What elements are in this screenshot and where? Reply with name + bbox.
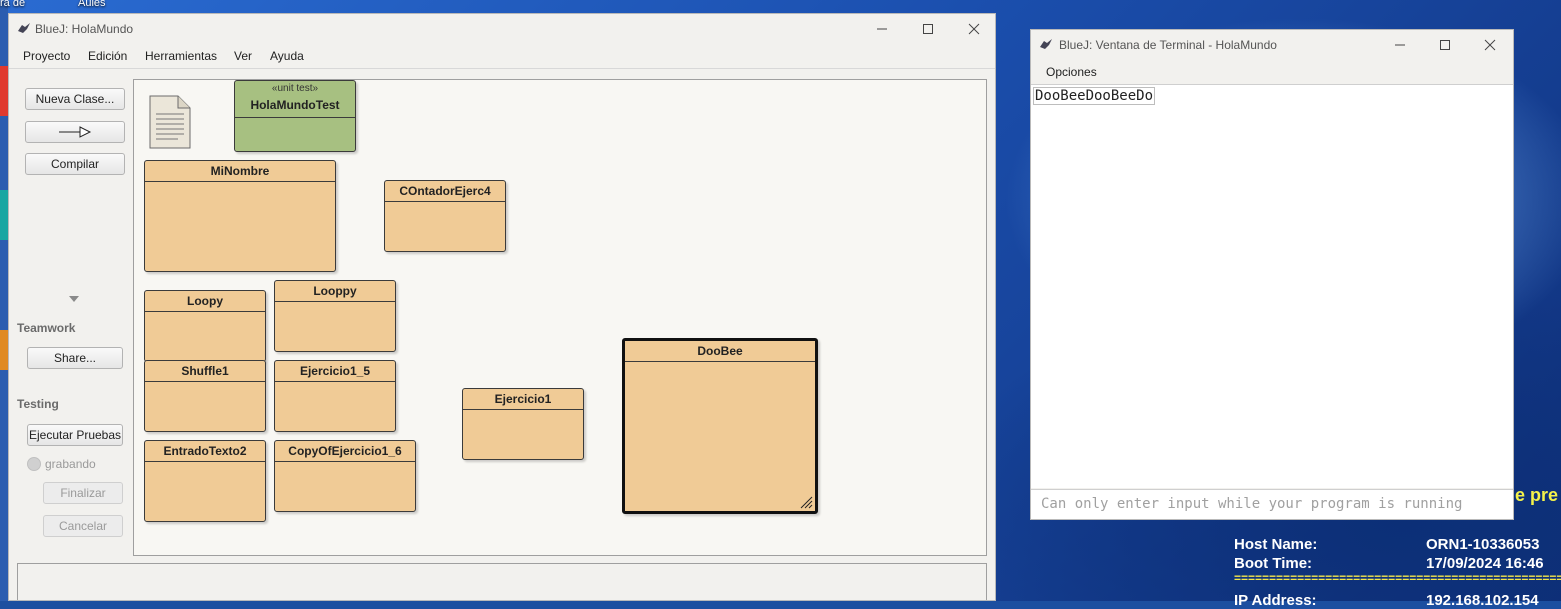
class-doobee[interactable]: DooBee: [622, 338, 818, 514]
bluej-terminal-window: BlueJ: Ventana de Terminal - HolaMundo O…: [1030, 29, 1514, 520]
desktop-text: e pre: [1515, 485, 1559, 505]
class-name: Shuffle1: [145, 361, 265, 382]
maximize-icon: [1440, 40, 1450, 50]
menu-ver[interactable]: Ver: [234, 49, 252, 63]
collapse-triangle-icon[interactable]: [68, 295, 80, 303]
inheritance-arrow-button[interactable]: [25, 121, 125, 143]
maximize-icon: [923, 24, 933, 34]
class-shuffle1[interactable]: Shuffle1: [144, 360, 266, 432]
boot-time-label: Boot Time:: [1234, 555, 1313, 572]
class-ejercicio1[interactable]: Ejercicio1: [462, 388, 584, 460]
testing-label: Testing: [17, 397, 59, 411]
resize-handle-icon[interactable]: [799, 495, 813, 509]
menu-bar: Opciones: [1031, 60, 1513, 85]
host-name-label: Host Name:: [1234, 536, 1318, 553]
class-name: Loopy: [145, 291, 265, 312]
recording-indicator-icon: [27, 457, 41, 471]
cancel-recording-button[interactable]: Cancelar: [43, 515, 123, 537]
minimize-button[interactable]: [1377, 30, 1423, 60]
class-looppy[interactable]: Looppy: [274, 280, 396, 352]
class-name: Looppy: [275, 281, 395, 302]
menu-bar: Proyecto Edición Herramientas Ver Ayuda: [9, 44, 995, 69]
desktop-icon-label: Aules: [78, 0, 106, 9]
bluej-main-window: BlueJ: HolaMundo Proyecto Edición Herram…: [8, 13, 996, 601]
terminal-input[interactable]: Can only enter input while your program …: [1031, 489, 1513, 519]
class-name: HolaMundoTest: [235, 95, 355, 118]
close-button[interactable]: [951, 14, 995, 44]
menu-proyecto[interactable]: Proyecto: [23, 49, 70, 63]
maximize-button[interactable]: [905, 14, 951, 44]
end-recording-button[interactable]: Finalizar: [43, 482, 123, 504]
terminal-output[interactable]: DooBeeDooBeeDo: [1031, 84, 1513, 488]
host-name-value: ORN1-10336053: [1426, 536, 1540, 553]
close-button[interactable]: [1467, 30, 1513, 60]
object-bench[interactable]: [17, 563, 987, 600]
desktop-app-icon[interactable]: [0, 190, 8, 240]
menu-edicion[interactable]: Edición: [88, 49, 127, 63]
window-title: BlueJ: Ventana de Terminal - HolaMundo: [1059, 38, 1277, 52]
bluej-bird-icon: [1040, 39, 1052, 49]
class-minombre[interactable]: MiNombre: [144, 160, 336, 272]
maximize-button[interactable]: [1422, 30, 1468, 60]
teamwork-label: Teamwork: [17, 321, 76, 335]
desktop-app-icon[interactable]: [0, 330, 8, 370]
share-button[interactable]: Share...: [27, 347, 123, 369]
class-name: DooBee: [625, 341, 815, 362]
class-name: EntradoTexto2: [145, 441, 265, 462]
compile-button[interactable]: Compilar: [25, 153, 125, 175]
bluej-bird-icon: [18, 23, 30, 33]
menu-opciones[interactable]: Opciones: [1046, 65, 1097, 79]
recording-label: grabando: [45, 457, 96, 471]
class-ejercicio1-5[interactable]: Ejercicio1_5: [274, 360, 396, 432]
menu-herramientas[interactable]: Herramientas: [145, 49, 217, 63]
title-bar[interactable]: BlueJ: Ventana de Terminal - HolaMundo: [1031, 30, 1513, 60]
class-holamundotest[interactable]: «unit test» HolaMundoTest: [234, 80, 356, 152]
class-entradotexto2[interactable]: EntradoTexto2: [144, 440, 266, 522]
desktop-icon-label: ra de: [0, 0, 26, 9]
run-tests-button[interactable]: Ejecutar Pruebas: [27, 424, 123, 446]
minimize-icon: [1395, 44, 1405, 46]
class-diagram-canvas[interactable]: «unit test» HolaMundoTest MiNombre COnta…: [133, 79, 987, 556]
title-bar[interactable]: BlueJ: HolaMundo: [9, 14, 995, 44]
arrow-right-icon: [59, 126, 92, 138]
info-separator: ========================================…: [1234, 574, 1561, 582]
boot-time-value: 17/09/2024 16:46: [1426, 555, 1544, 572]
class-name: COntadorEjerc4: [385, 181, 505, 202]
minimize-button[interactable]: [859, 14, 905, 44]
class-name: Ejercicio1: [463, 389, 583, 410]
close-icon: [968, 23, 980, 35]
new-class-button[interactable]: Nueva Clase...: [25, 88, 125, 110]
class-name: Ejercicio1_5: [275, 361, 395, 382]
window-title: BlueJ: HolaMundo: [35, 22, 134, 36]
class-name: MiNombre: [145, 161, 335, 182]
class-contadorejerc4[interactable]: COntadorEjerc4: [384, 180, 506, 252]
system-info-panel: Host Name: ORN1-10336053 Boot Time: 17/0…: [1234, 536, 1561, 609]
close-icon: [1484, 39, 1496, 51]
unit-test-stereotype: «unit test»: [271, 83, 319, 94]
desktop-app-icon[interactable]: [0, 66, 8, 116]
class-loopy[interactable]: Loopy: [144, 290, 266, 362]
minimize-icon: [877, 28, 887, 30]
output-line: DooBeeDooBeeDo: [1033, 87, 1156, 105]
class-copyofejercicio1-6[interactable]: CopyOfEjercicio1_6: [274, 440, 416, 512]
class-name: CopyOfEjercicio1_6: [275, 441, 415, 462]
menu-ayuda[interactable]: Ayuda: [270, 49, 304, 63]
readme-document-icon[interactable]: [148, 94, 192, 150]
